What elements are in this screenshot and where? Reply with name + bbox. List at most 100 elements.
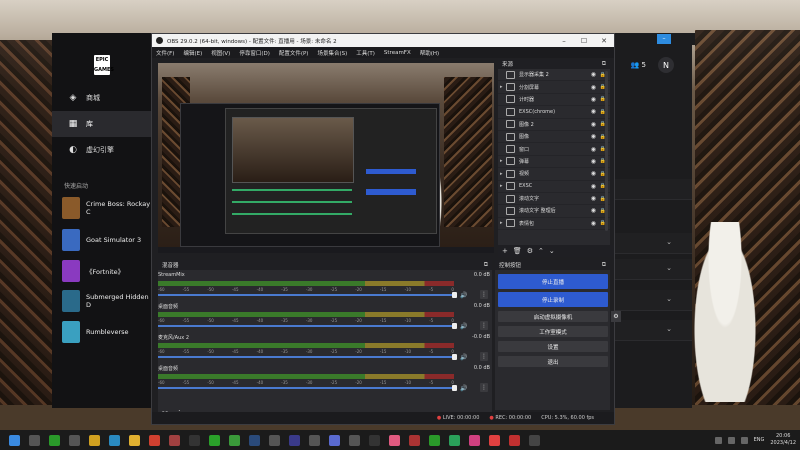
popout-icon[interactable]: ⧉ (602, 261, 606, 269)
bilibili-icon[interactable] (389, 434, 400, 446)
menu-file[interactable]: 文件(F) (156, 49, 174, 57)
source-item[interactable]: 滚动文字 ◉ 🔒 (498, 193, 610, 206)
eye-icon[interactable]: ◉ (591, 183, 596, 190)
eye-icon[interactable]: ◉ (591, 84, 596, 91)
epic-list-row[interactable]: ⌄ (614, 320, 692, 341)
files-icon[interactable] (89, 434, 100, 446)
settings-button[interactable]: 设置 (498, 341, 608, 352)
epic-list-row[interactable] (614, 179, 692, 200)
camera-icon[interactable] (269, 434, 280, 446)
volume-slider[interactable] (158, 385, 457, 391)
close-button[interactable]: ✕ (594, 34, 614, 47)
menu-tools[interactable]: 工具(T) (356, 49, 375, 57)
xbox2-icon[interactable] (429, 434, 440, 446)
slider-handle[interactable] (452, 323, 457, 329)
app-icon[interactable] (169, 434, 180, 446)
stop-streaming-button[interactable]: 停止直播 (498, 274, 608, 289)
eye-icon[interactable]: ◉ (591, 71, 596, 78)
quick-item-goat-simulator[interactable]: Goat Simulator 3 (62, 228, 152, 252)
chrome-icon[interactable] (149, 434, 160, 446)
sync-icon[interactable] (309, 434, 320, 446)
menu-docks[interactable]: 停靠窗口(D) (239, 49, 270, 57)
app6-icon[interactable] (489, 434, 500, 446)
valorant-icon[interactable] (509, 434, 520, 446)
nav-store[interactable]: ◈ 商城 (52, 85, 152, 111)
nav-library[interactable]: ▦ 库 (52, 111, 152, 137)
move-up-icon[interactable]: ⌃ (538, 247, 544, 255)
move-down-icon[interactable]: ⌄ (549, 247, 555, 255)
folder-icon[interactable] (129, 434, 140, 446)
widgets-icon[interactable] (69, 434, 80, 446)
menu-help[interactable]: 帮助(H) (420, 49, 439, 57)
wechat-icon[interactable] (209, 434, 220, 446)
source-item[interactable]: ▸ 弹幕 ◉ 🔒 (498, 156, 610, 169)
eye-icon[interactable]: ◉ (591, 146, 596, 153)
window-minimize-button[interactable]: – (657, 34, 671, 44)
clock[interactable]: 20:06 2023/4/12 (770, 433, 796, 447)
menu-dots-icon[interactable]: ⋮ (480, 290, 488, 299)
friends-button[interactable]: 👥 5 (631, 61, 646, 69)
maximize-button[interactable]: ☐ (574, 34, 594, 47)
app4-icon[interactable] (449, 434, 460, 446)
epic-list-row[interactable]: ⌄ (614, 233, 692, 254)
language-indicator[interactable]: ENG (754, 437, 765, 443)
app2-icon[interactable] (349, 434, 360, 446)
obs-icon[interactable] (189, 434, 200, 446)
eye-icon[interactable]: ◉ (591, 108, 596, 115)
menu-view[interactable]: 视图(V) (211, 49, 230, 57)
virtual-camera-button[interactable]: 启动虚拟摄像机 ⚙ (498, 311, 621, 322)
xbox-icon[interactable] (49, 434, 60, 446)
avatar[interactable]: N (658, 57, 674, 73)
source-item[interactable]: ▸ 表情包 ◉ 🔒 (498, 218, 610, 231)
start-icon[interactable] (9, 434, 20, 446)
epic-icon[interactable] (369, 434, 380, 446)
remove-source-icon[interactable]: 🗑 (513, 247, 522, 255)
eye-icon[interactable]: ◉ (591, 96, 596, 103)
eye-icon[interactable]: ◉ (591, 158, 596, 165)
eye-icon[interactable]: ◉ (591, 220, 596, 227)
app5-icon[interactable] (469, 434, 480, 446)
source-item[interactable]: ▸ EXSC ◉ 🔒 (498, 181, 610, 193)
eye-icon[interactable]: ◉ (591, 133, 596, 140)
epic-list-row[interactable]: ⌄ (614, 290, 692, 311)
minimize-button[interactable]: – (554, 34, 574, 47)
menu-edit[interactable]: 编辑(E) (183, 49, 202, 57)
menu-scene-collection[interactable]: 场景集合(S) (317, 49, 347, 57)
source-item[interactable]: ▸ 视频 ◉ 🔒 (498, 168, 610, 181)
tray-icon[interactable] (714, 436, 722, 444)
popout-icon[interactable]: ⧉ (602, 60, 606, 68)
discord-icon[interactable] (329, 434, 340, 446)
app3-icon[interactable] (409, 434, 420, 446)
app7-icon[interactable] (529, 434, 540, 446)
menu-profile[interactable]: 配置文件(P) (279, 49, 309, 57)
eye-icon[interactable]: ◉ (591, 170, 596, 177)
steam-icon[interactable] (249, 434, 260, 446)
exit-button[interactable]: 退出 (498, 356, 608, 367)
nav-unreal[interactable]: ◐ 虚幻引擎 (52, 137, 152, 163)
volume-icon[interactable]: 🔊 (460, 385, 467, 392)
add-source-icon[interactable]: + (502, 247, 508, 255)
slider-handle[interactable] (452, 354, 457, 360)
quick-item-rumbleverse[interactable]: Rumbleverse (62, 320, 152, 344)
epic-list-row[interactable]: ⌄ (614, 259, 692, 280)
slider-handle[interactable] (452, 385, 457, 391)
volume-icon[interactable]: 🔊 (460, 292, 467, 299)
volume-icon[interactable]: 🔊 (460, 354, 467, 361)
game-icon[interactable] (289, 434, 300, 446)
menu-streamfx[interactable]: StreamFX (384, 50, 411, 56)
volume-icon[interactable]: 🔊 (460, 323, 467, 330)
eye-icon[interactable]: ◉ (591, 207, 596, 214)
gear-icon[interactable]: ⚙ (611, 311, 621, 322)
quick-item-crime-boss[interactable]: Crime Boss: Rockay C (62, 196, 152, 220)
source-item[interactable]: 滚动文字 整理后 ◉ 🔒 (498, 205, 610, 218)
stop-recording-button[interactable]: 停止录制 (498, 292, 608, 307)
source-item[interactable]: 窗口 ◉ 🔒 (498, 143, 610, 156)
network-icon[interactable] (727, 436, 735, 444)
source-item[interactable]: 图像 ◉ 🔒 (498, 131, 610, 144)
chat-icon[interactable] (229, 434, 240, 446)
eye-icon[interactable]: ◉ (591, 195, 596, 202)
volume-slider[interactable] (158, 292, 457, 298)
popout-icon[interactable]: ⧉ (484, 261, 488, 269)
volume-slider[interactable] (158, 323, 457, 329)
menu-dots-icon[interactable]: ⋮ (480, 352, 488, 361)
